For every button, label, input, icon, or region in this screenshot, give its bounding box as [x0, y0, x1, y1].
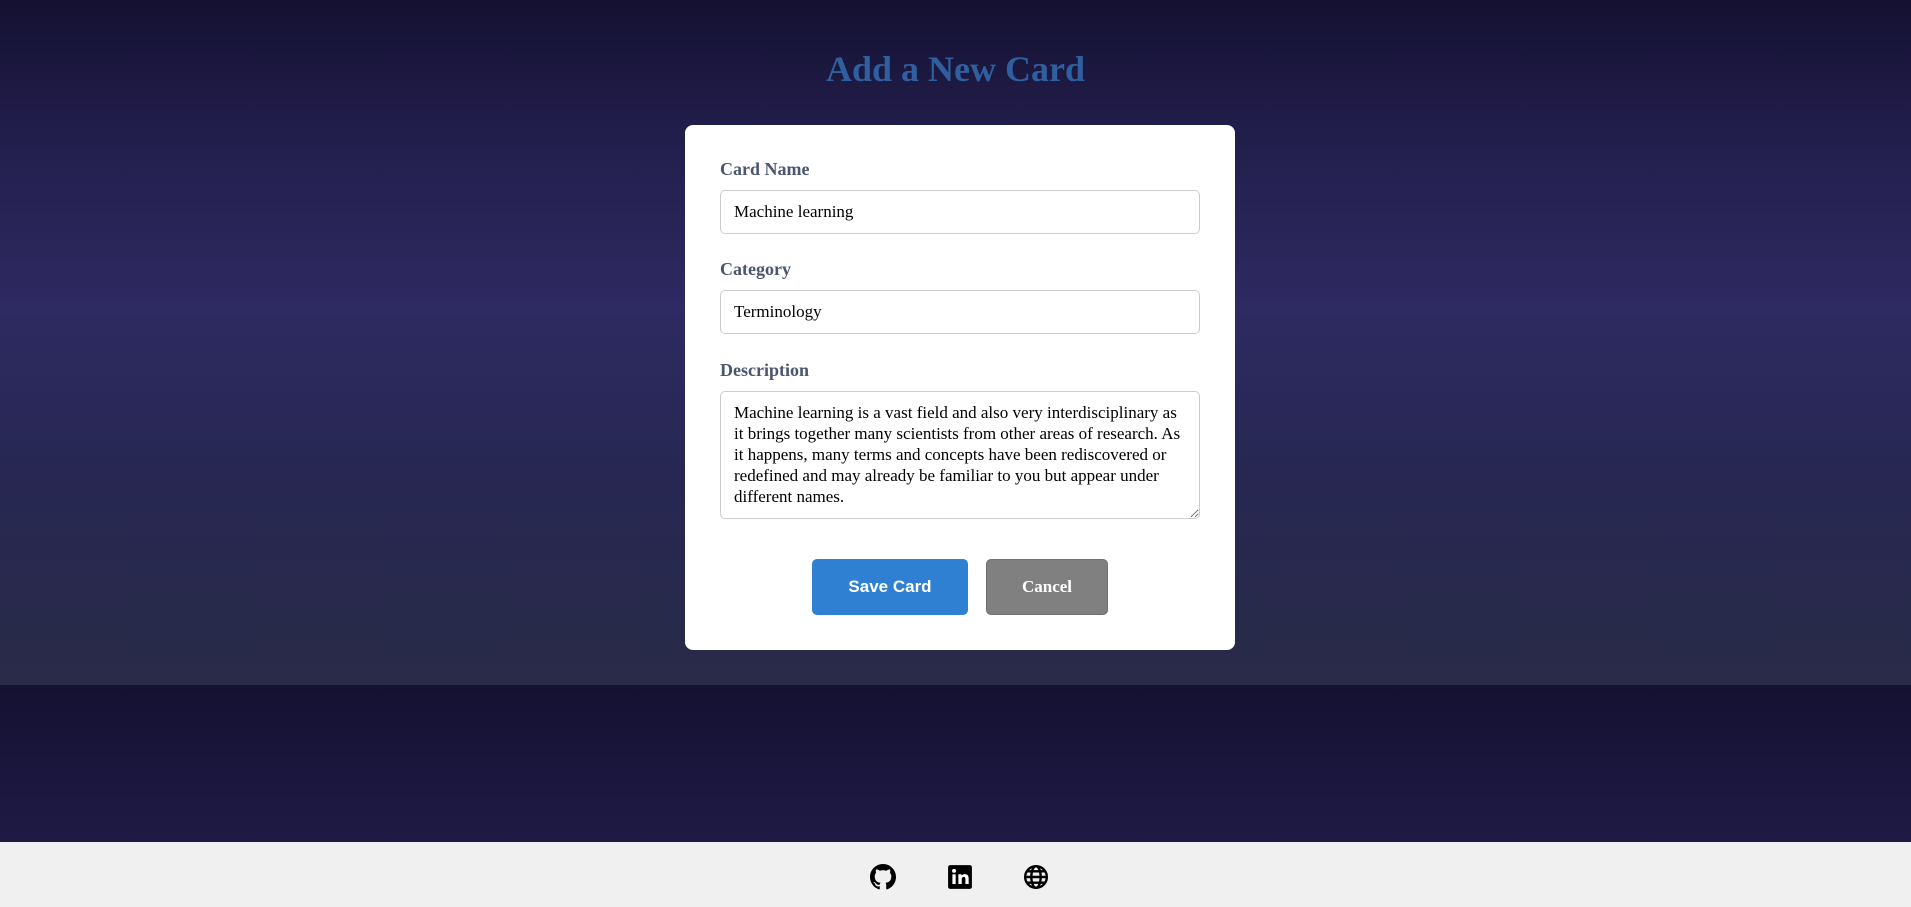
lower-background — [0, 685, 1911, 842]
save-card-button[interactable]: Save Card — [812, 559, 968, 615]
card-name-input[interactable] — [720, 190, 1200, 234]
category-label: Category — [720, 259, 791, 279]
cancel-button[interactable]: Cancel — [986, 559, 1108, 615]
footer — [0, 842, 1911, 907]
description-textarea[interactable]: Machine learning is a vast field and als… — [720, 391, 1200, 519]
card-name-label: Card Name — [720, 159, 810, 179]
linkedin-icon[interactable] — [947, 864, 973, 890]
page-title: Add a New Card — [825, 49, 1085, 89]
github-icon[interactable] — [870, 864, 896, 890]
description-label: Description — [720, 360, 809, 380]
category-input[interactable] — [720, 290, 1200, 334]
add-card-form: Card Name Category Description Machine l… — [685, 125, 1235, 650]
globe-icon[interactable] — [1023, 864, 1049, 890]
